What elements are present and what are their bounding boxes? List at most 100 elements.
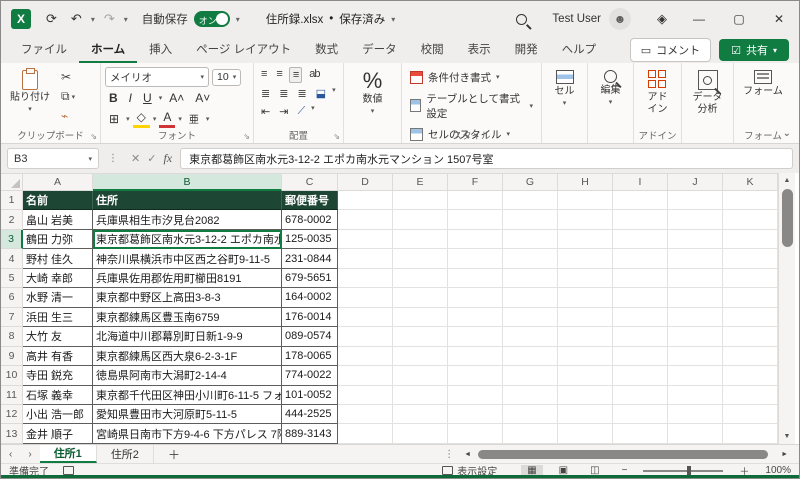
cell-D7[interactable] [338,307,393,328]
cell-D12[interactable] [338,404,393,425]
addins-button[interactable]: アドイン [639,67,677,127]
cell-I5[interactable] [613,268,668,289]
cell-I8[interactable] [613,327,668,347]
cell-G7[interactable] [503,307,558,328]
font-size-select[interactable]: 10 ▾ [212,68,242,86]
cell-J3[interactable] [668,229,723,250]
cell-G12[interactable] [503,404,558,425]
row-header-10[interactable]: 10 [1,366,23,386]
cell-B9[interactable]: 東京都練馬区西大泉6-2-3-1F [93,346,282,367]
column-header-G[interactable]: G [503,173,558,191]
name-box[interactable]: B3 ▾ [7,148,99,169]
cell-J11[interactable] [668,385,723,405]
sheet-tab-住所2[interactable]: 住所2 [97,445,154,463]
cell-A10[interactable]: 寺田 鋭充 [23,366,93,386]
align-right-button[interactable]: ≣ [294,86,308,101]
cell-F11[interactable] [448,385,503,405]
cell-G3[interactable] [503,229,558,250]
cell-G6[interactable] [503,288,558,308]
zoom-slider-knob[interactable] [687,465,692,476]
cell-A7[interactable]: 浜田 生三 [23,307,93,328]
cell-A9[interactable]: 高井 有香 [23,346,93,367]
grow-font-button[interactable]: A˄ [165,90,188,106]
cell-E5[interactable] [393,268,448,289]
cell-E3[interactable] [393,229,448,250]
cell-A13[interactable]: 金井 順子 [23,424,93,444]
cell-K7[interactable] [723,307,778,328]
cell-F5[interactable] [448,268,503,289]
paste-button[interactable]: 貼り付け ▾ [5,67,55,127]
cell-K11[interactable] [723,385,778,405]
cell-C2[interactable]: 678-0002 [282,210,338,230]
cell-K8[interactable] [723,327,778,347]
select-all-button[interactable] [1,173,23,191]
cell-B11[interactable]: 東京都千代田区神田小川町6-11-5 フォ [93,385,282,405]
maximize-button[interactable]: ▢ [719,1,759,37]
cell-K13[interactable] [723,424,778,444]
cell-I13[interactable] [613,424,668,444]
cell-J10[interactable] [668,366,723,386]
cell-B13[interactable]: 宮崎県日南市下方9-4-6 下方パレス 7階 [93,424,282,444]
underline-button[interactable]: U [139,90,156,106]
comments-button[interactable]: ▭ コメント [629,38,712,62]
cell-H8[interactable] [558,327,613,347]
cell-K4[interactable] [723,249,778,269]
scroll-down-icon[interactable]: ▼ [779,429,795,444]
clipboard-dialog-launcher-icon[interactable]: ⇘ [90,132,97,141]
wrap-text-button[interactable]: ab [306,67,322,83]
cell-G11[interactable] [503,385,558,405]
font-color-button[interactable]: A [159,109,176,128]
cell-C1[interactable]: 郵便番号 [282,191,338,211]
column-header-A[interactable]: A [23,173,93,191]
scroll-up-icon[interactable]: ▲ [779,173,795,188]
cell-A3[interactable]: 鶴田 力弥 [23,229,93,250]
cell-B1[interactable]: 住所 [93,191,282,211]
editing-button[interactable]: 編集 ▾ [596,67,626,127]
cell-G13[interactable] [503,424,558,444]
cell-D3[interactable] [338,229,393,250]
cell-B3[interactable]: 東京都葛飾区南水元3-12-2 エポカ南水元マンション 1507号室 [93,229,282,250]
cell-E4[interactable] [393,249,448,269]
cell-K1[interactable] [723,191,778,211]
row-header-7[interactable]: 7 [1,307,23,328]
cell-C4[interactable]: 231-0844 [282,249,338,269]
cell-F10[interactable] [448,366,503,386]
cell-H12[interactable] [558,404,613,425]
row-header-8[interactable]: 8 [1,327,23,347]
redo-chevron-icon[interactable]: ▾ [124,15,128,24]
cell-C9[interactable]: 178-0065 [282,346,338,367]
cell-C10[interactable]: 774-0022 [282,366,338,386]
account-control[interactable]: Test User ☻ [552,8,631,30]
shrink-font-button[interactable]: A˅ [191,90,214,106]
cell-C3[interactable]: 125-0035 [282,229,338,250]
italic-button[interactable]: I [125,90,136,106]
cell-D2[interactable] [338,210,393,230]
cell-J9[interactable] [668,346,723,367]
cell-H1[interactable] [558,191,613,211]
column-header-C[interactable]: C [282,173,338,191]
row-header-3[interactable]: 3 [1,229,23,250]
cell-C11[interactable]: 101-0052 [282,385,338,405]
save-icon[interactable]: ⟳ [41,9,62,29]
cell-A6[interactable]: 水野 清一 [23,288,93,308]
phonetic-button[interactable]: 亜 [185,110,203,127]
cell-D10[interactable] [338,366,393,386]
align-top-button[interactable]: ≡ [258,67,269,83]
formula-input[interactable]: 東京都葛飾区南水元3-12-2 エポカ南水元マンション 1507号室 [180,148,793,169]
cell-J1[interactable] [668,191,723,211]
column-header-H[interactable]: H [558,173,613,191]
decrease-indent-button[interactable]: ⇤ [258,104,272,119]
row-header-2[interactable]: 2 [1,210,23,230]
row-header-9[interactable]: 9 [1,346,23,367]
cell-G5[interactable] [503,268,558,289]
ribbon-tab-表示[interactable]: 表示 [456,37,503,63]
fill-color-button[interactable]: ◇ [132,109,150,128]
form-button[interactable]: フォーム [738,67,788,127]
cells-button[interactable]: セル ▾ [550,67,580,127]
bold-button[interactable]: B [105,90,122,106]
cell-D9[interactable] [338,346,393,367]
cell-H2[interactable] [558,210,613,230]
cell-A11[interactable]: 石塚 義幸 [23,385,93,405]
cell-K10[interactable] [723,366,778,386]
ribbon-tab-ホーム[interactable]: ホーム [79,37,138,63]
